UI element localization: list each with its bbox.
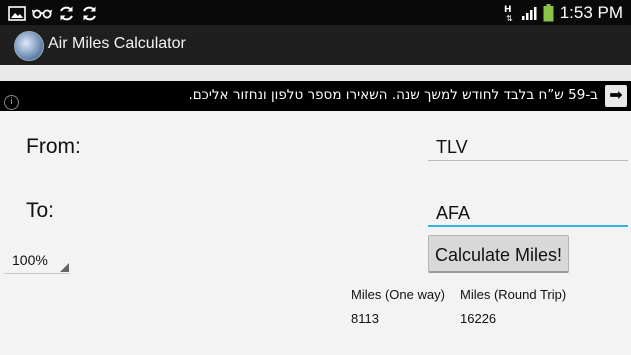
clock: 1:53 PM: [559, 3, 623, 22]
signal-icon: [521, 7, 537, 20]
divider-strip: [0, 65, 631, 81]
sync-icon: [83, 6, 96, 20]
app-title: Air Miles Calculator: [48, 35, 186, 52]
action-bar: Air Miles Calculator: [0, 25, 631, 65]
round-trip-value: 16226: [460, 311, 497, 326]
calculate-miles-button[interactable]: Calculate Miles!: [428, 235, 569, 273]
status-right-icons: H ⇅ 1:53 PM: [503, 3, 623, 23]
data-hplus-icon: H ⇅: [504, 5, 513, 23]
one-way-value: 8113: [351, 311, 379, 326]
svg-text:⇅: ⇅: [506, 14, 513, 23]
zoom-spinner[interactable]: 100%: [4, 249, 70, 274]
one-way-label: Miles (One way): [351, 287, 445, 302]
arrow-right-icon[interactable]: ➡: [605, 85, 627, 107]
status-bar: H ⇅ 1:53 PM: [0, 0, 631, 25]
info-icon[interactable]: i: [4, 95, 19, 110]
zoom-value: 100%: [12, 252, 48, 268]
status-left-icons: [8, 3, 98, 23]
ad-banner[interactable]: i ב-59 ש”ח בלבד לחודש למשך שנה. השאירו מ…: [0, 81, 631, 111]
ad-text[interactable]: ב-59 ש”ח בלבד לחודש למשך שנה. השאירו מספ…: [188, 87, 598, 103]
glasses-icon: [32, 9, 52, 19]
dropdown-triangle-icon: [60, 263, 69, 272]
sync-icon: [60, 6, 73, 20]
globe-app-icon[interactable]: [14, 31, 44, 61]
image-icon: [8, 5, 26, 21]
to-label: To:: [26, 199, 55, 222]
round-trip-label: Miles (Round Trip): [460, 287, 567, 302]
from-label: From:: [26, 135, 81, 158]
battery-icon: [543, 4, 554, 22]
to-input[interactable]: AFA: [428, 201, 628, 227]
from-input[interactable]: TLV: [428, 135, 628, 161]
